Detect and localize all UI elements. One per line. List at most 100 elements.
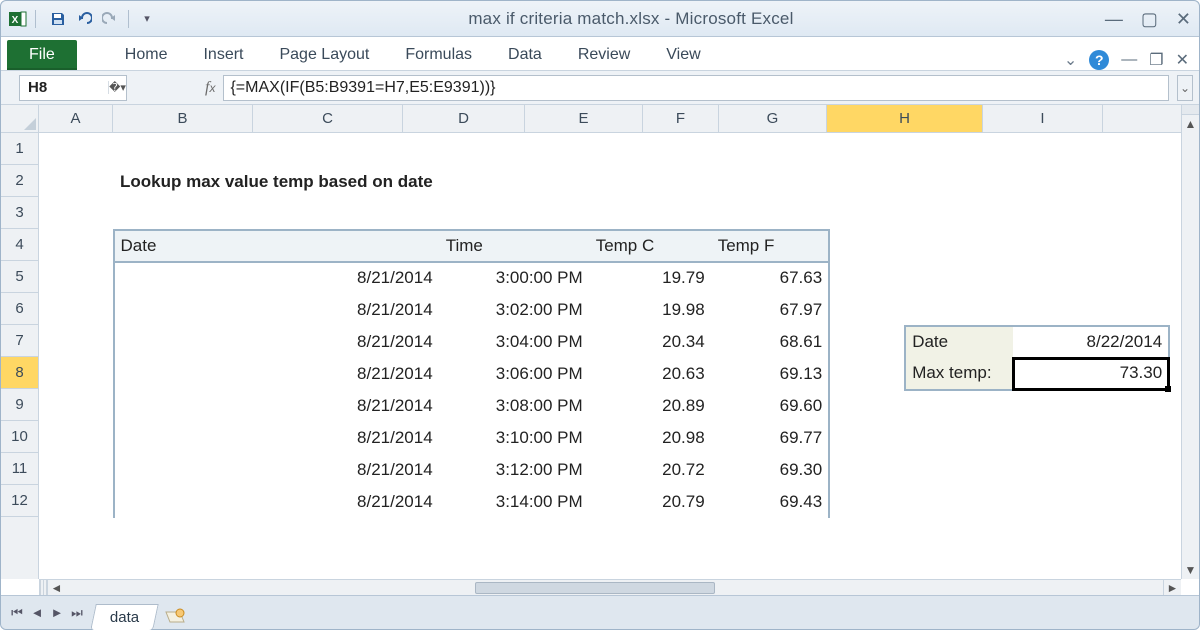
cell-I5[interactable] [1169, 262, 1181, 294]
cell-C9[interactable]: 3:08:00 PM [439, 390, 589, 422]
cell-A2[interactable] [40, 166, 114, 198]
cell-B2[interactable]: Lookup max value temp based on date [114, 166, 440, 198]
cell-E2[interactable] [711, 166, 829, 198]
cell-C6[interactable]: 3:02:00 PM [439, 294, 589, 326]
tab-page-layout[interactable]: Page Layout [261, 40, 387, 70]
cell-F12[interactable] [829, 486, 905, 518]
cell-E1[interactable] [711, 134, 829, 166]
cell-C3[interactable] [439, 198, 589, 230]
cell-I4[interactable] [1169, 230, 1181, 262]
cell-B3[interactable] [114, 198, 440, 230]
row-header-9[interactable]: 9 [1, 389, 38, 421]
cell-D12[interactable]: 20.79 [589, 486, 711, 518]
name-box-value[interactable]: H8 [20, 79, 108, 96]
cell-G7[interactable]: Date [905, 326, 1013, 358]
name-box[interactable]: H8 �▾ [19, 75, 127, 101]
cell-A1[interactable] [40, 134, 114, 166]
cell-G1[interactable] [905, 134, 1013, 166]
cell-F9[interactable] [829, 390, 905, 422]
workbook-close-icon[interactable]: ✕ [1176, 50, 1189, 70]
cell-G10[interactable] [905, 422, 1013, 454]
column-header-G[interactable]: G [719, 105, 827, 132]
cell-I3[interactable] [1169, 198, 1181, 230]
cell-C12[interactable]: 3:14:00 PM [439, 486, 589, 518]
cell-G5[interactable] [905, 262, 1013, 294]
cell-G2[interactable] [905, 166, 1013, 198]
column-header-D[interactable]: D [403, 105, 525, 132]
cell-D9[interactable]: 20.89 [589, 390, 711, 422]
workbook-minimize-icon[interactable]: ― [1121, 51, 1137, 69]
tab-insert[interactable]: Insert [185, 40, 261, 70]
cell-D6[interactable]: 19.98 [589, 294, 711, 326]
tab-nav-last-icon[interactable]: ⏭ [67, 602, 87, 624]
cell-H9[interactable] [1013, 390, 1169, 422]
row-header-10[interactable]: 10 [1, 421, 38, 453]
cell-H6[interactable] [1013, 294, 1169, 326]
cell-D8[interactable]: 20.63 [589, 358, 711, 390]
tab-home[interactable]: Home [107, 40, 186, 70]
cell-H1[interactable] [1013, 134, 1169, 166]
cell-C7[interactable]: 3:04:00 PM [439, 326, 589, 358]
cell-I7[interactable] [1169, 326, 1181, 358]
cell-A4[interactable] [40, 230, 114, 262]
cell-C5[interactable]: 3:00:00 PM [439, 262, 589, 294]
cell-H11[interactable] [1013, 454, 1169, 486]
tab-nav-first-icon[interactable]: ⏮ [7, 602, 27, 624]
horizontal-scrollbar[interactable]: ◄ ► [39, 579, 1181, 595]
row-header-1[interactable]: 1 [1, 133, 38, 165]
cell-B12[interactable]: 8/21/2014 [114, 486, 440, 518]
row-header-5[interactable]: 5 [1, 261, 38, 293]
cell-G8[interactable]: Max temp: [905, 358, 1013, 390]
cell-G12[interactable] [905, 486, 1013, 518]
scroll-left-icon[interactable]: ◄ [47, 580, 65, 595]
column-header-F[interactable]: F [643, 105, 719, 132]
tab-review[interactable]: Review [560, 40, 648, 70]
cell-D7[interactable]: 20.34 [589, 326, 711, 358]
cell-A11[interactable] [40, 454, 114, 486]
cell-E4[interactable]: Temp F [711, 230, 829, 262]
cell-I11[interactable] [1169, 454, 1181, 486]
column-header-E[interactable]: E [525, 105, 643, 132]
scroll-down-icon[interactable]: ▼ [1182, 561, 1199, 579]
cell-F11[interactable] [829, 454, 905, 486]
help-icon[interactable]: ? [1089, 50, 1109, 70]
close-icon[interactable]: ✕ [1176, 10, 1191, 28]
tab-nav-prev-icon[interactable]: ◄ [27, 602, 47, 624]
cell-B11[interactable]: 8/21/2014 [114, 454, 440, 486]
sheet-tab-data[interactable]: data [90, 604, 159, 630]
cell-C4[interactable]: Time [439, 230, 589, 262]
minimize-icon[interactable]: ― [1105, 10, 1123, 28]
cell-C11[interactable]: 3:12:00 PM [439, 454, 589, 486]
row-header-6[interactable]: 6 [1, 293, 38, 325]
cell-F3[interactable] [829, 198, 905, 230]
cell-A3[interactable] [40, 198, 114, 230]
column-header-I[interactable]: I [983, 105, 1103, 132]
column-header-A[interactable]: A [39, 105, 113, 132]
column-header-C[interactable]: C [253, 105, 403, 132]
cell-I9[interactable] [1169, 390, 1181, 422]
cell-E6[interactable]: 67.97 [711, 294, 829, 326]
cell-H3[interactable] [1013, 198, 1169, 230]
cell-F5[interactable] [829, 262, 905, 294]
cell-H5[interactable] [1013, 262, 1169, 294]
tab-nav-next-icon[interactable]: ► [47, 602, 67, 624]
expand-formula-bar-icon[interactable]: ⌄ [1177, 75, 1193, 101]
maximize-icon[interactable]: ▢ [1141, 10, 1158, 28]
cell-G9[interactable] [905, 390, 1013, 422]
qat-customize-icon[interactable]: ▾ [137, 9, 157, 29]
vertical-scrollbar[interactable]: ▲ ▼ [1181, 105, 1199, 579]
scroll-up-icon[interactable]: ▲ [1182, 115, 1199, 133]
cell-F10[interactable] [829, 422, 905, 454]
cell-G3[interactable] [905, 198, 1013, 230]
cell-I12[interactable] [1169, 486, 1181, 518]
cell-B4[interactable]: Date [114, 230, 440, 262]
cell-A6[interactable] [40, 294, 114, 326]
cell-E9[interactable]: 69.60 [711, 390, 829, 422]
cell-C1[interactable] [439, 134, 589, 166]
undo-icon[interactable] [74, 9, 94, 29]
cell-F1[interactable] [829, 134, 905, 166]
cell-B5[interactable]: 8/21/2014 [114, 262, 440, 294]
row-header-4[interactable]: 4 [1, 229, 38, 261]
column-header-B[interactable]: B [113, 105, 253, 132]
cell-F7[interactable] [829, 326, 905, 358]
